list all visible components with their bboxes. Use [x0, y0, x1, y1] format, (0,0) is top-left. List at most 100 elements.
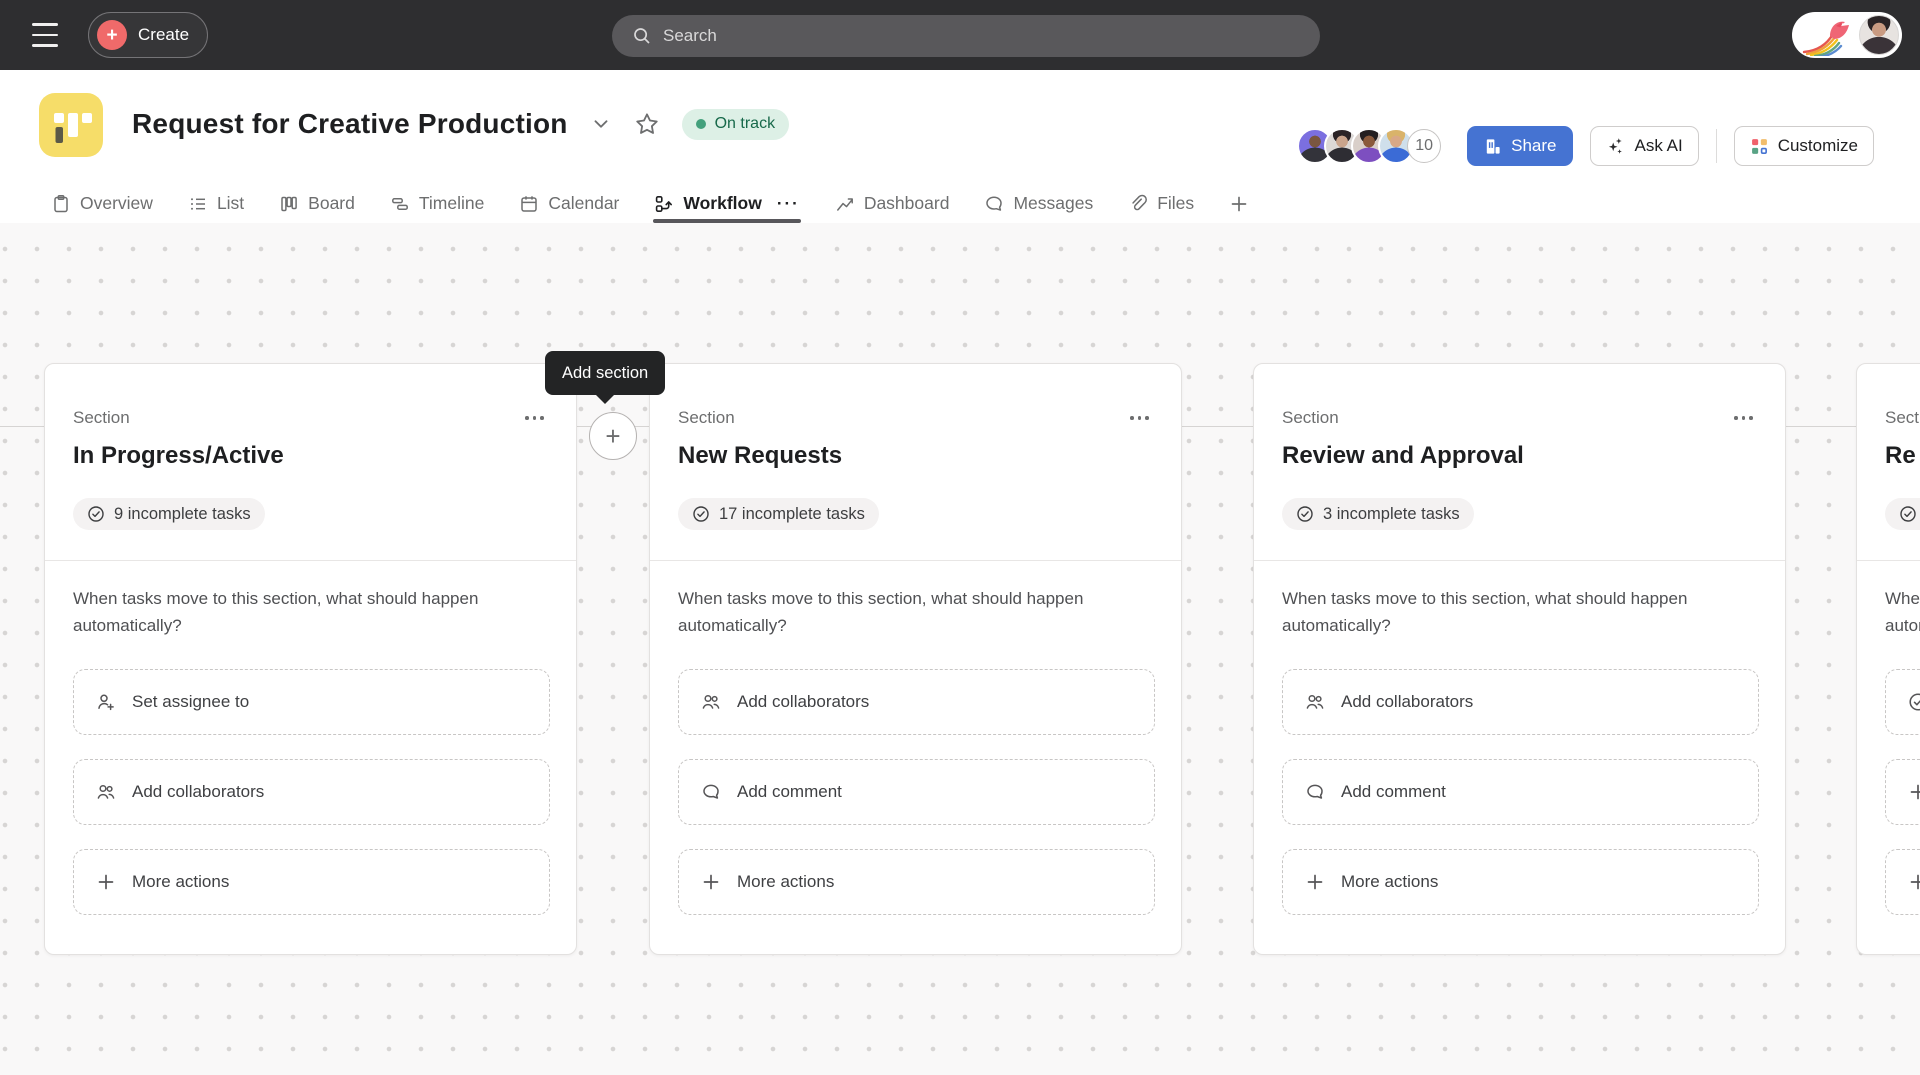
share-building-icon [1483, 137, 1502, 156]
more-actions-button[interactable] [1885, 759, 1920, 825]
add-collaborators-button[interactable]: Add collaborators [1282, 669, 1759, 735]
tab-overflow-icon[interactable]: ··· [777, 194, 800, 214]
topbar: + Create [0, 0, 1920, 70]
comment-icon [701, 782, 721, 802]
people-icon [96, 782, 116, 802]
plus-icon [1908, 782, 1920, 802]
search-bar[interactable] [612, 15, 1320, 57]
dashboard-chart-icon [835, 194, 855, 214]
section-menu-icon[interactable] [1126, 412, 1153, 424]
section-title[interactable]: In Progress/Active [73, 442, 548, 470]
add-section-button[interactable]: + [589, 412, 637, 460]
project-title[interactable]: Request for Creative Production [132, 108, 568, 140]
tab-overview[interactable]: Overview [50, 184, 154, 223]
search-icon [632, 26, 652, 46]
project-menu-chevron[interactable] [590, 113, 612, 135]
automation-prompt: When tasks move to this section, what sh… [73, 585, 483, 639]
tab-files[interactable]: Files [1127, 184, 1195, 223]
add-collaborators-button[interactable]: Add collaborators [73, 759, 550, 825]
project-tabs: Overview List Board Timeline Calendar Wo… [0, 184, 1920, 223]
add-collaborators-button[interactable]: Add collaborators [678, 669, 1155, 735]
ask-ai-button[interactable]: Ask AI [1590, 126, 1699, 166]
card-divider [1254, 560, 1785, 561]
member-count-badge[interactable]: 10 [1407, 129, 1441, 163]
incomplete-tasks-badge [1885, 498, 1920, 530]
automation-prompt: When tasks move to this section, what sh… [678, 585, 1088, 639]
tab-messages[interactable]: Messages [983, 184, 1094, 223]
plus-circle-icon: + [97, 20, 127, 50]
share-button[interactable]: Share [1467, 126, 1572, 166]
tab-dashboard[interactable]: Dashboard [834, 184, 951, 223]
profile-pill[interactable] [1792, 12, 1902, 58]
check-circle-icon [87, 505, 105, 523]
check-circle-icon [692, 505, 710, 523]
card-divider [650, 560, 1181, 561]
search-input[interactable] [663, 26, 1263, 46]
board-glyph-icon [39, 93, 103, 157]
check-circle-icon [1899, 505, 1917, 523]
card-divider [1857, 560, 1920, 561]
add-section-tooltip: Add section [545, 351, 665, 395]
timeline-icon [390, 194, 410, 214]
header-divider [1716, 129, 1717, 163]
clipboard-icon [51, 194, 71, 214]
add-comment-button[interactable]: Add comment [678, 759, 1155, 825]
automation-prompt: When tasks move to this section, what sh… [1885, 585, 1920, 639]
more-actions-button[interactable]: More actions [73, 849, 550, 915]
add-comment-button[interactable]: Add comment [1282, 759, 1759, 825]
asana-app: + Create [0, 0, 1920, 1075]
section-title[interactable]: Re [1885, 442, 1920, 470]
section-title[interactable]: Review and Approval [1282, 442, 1757, 470]
check-circle-icon [1908, 692, 1920, 712]
calendar-icon [519, 194, 539, 214]
section-menu-icon[interactable] [1730, 412, 1757, 424]
incomplete-tasks-badge: 9 incomplete tasks [73, 498, 265, 530]
create-button-label: Create [138, 25, 189, 45]
plus-icon [1908, 872, 1920, 892]
customize-button[interactable]: Customize [1734, 126, 1874, 166]
plus-icon [701, 872, 721, 892]
incomplete-tasks-badge: 17 incomplete tasks [678, 498, 879, 530]
section-card: Section Re When tasks move to this secti… [1856, 363, 1920, 955]
incomplete-tasks-badge: 3 incomplete tasks [1282, 498, 1474, 530]
comment-icon [1305, 782, 1325, 802]
tab-board[interactable]: Board [278, 184, 356, 223]
status-dot-icon [696, 119, 706, 129]
set-assignee-button[interactable]: Set assignee to [73, 669, 550, 735]
tab-list[interactable]: List [187, 184, 245, 223]
section-title[interactable]: New Requests [678, 442, 1153, 470]
people-icon [701, 692, 721, 712]
favorite-star-button[interactable] [634, 111, 660, 137]
add-tab-button[interactable] [1228, 184, 1250, 223]
plus-icon [96, 872, 116, 892]
tab-workflow[interactable]: Workflow ··· [653, 184, 800, 223]
more-actions-button[interactable] [1885, 849, 1920, 915]
workflow-board: Add section + Section In Progress/Active… [0, 223, 1920, 1075]
tab-timeline[interactable]: Timeline [389, 184, 485, 223]
automation-prompt: When tasks move to this section, what sh… [1282, 585, 1692, 639]
project-icon[interactable] [39, 93, 103, 157]
member-avatars[interactable]: 10 [1297, 128, 1441, 164]
customize-grid-icon [1750, 137, 1769, 156]
section-menu-icon[interactable] [521, 412, 548, 424]
status-badge[interactable]: On track [682, 109, 789, 140]
create-button[interactable]: + Create [88, 12, 208, 58]
sparkles-icon [1606, 136, 1626, 156]
plus-icon [1229, 194, 1249, 214]
more-actions-button[interactable]: More actions [1282, 849, 1759, 915]
complete-task-button[interactable] [1885, 669, 1920, 735]
sidebar-toggle-button[interactable] [32, 21, 62, 49]
more-actions-button[interactable]: More actions [678, 849, 1155, 915]
section-label: Section [73, 408, 130, 428]
board-icon [279, 194, 299, 214]
plus-icon [1305, 872, 1325, 892]
person-add-icon [96, 692, 116, 712]
section-label: Section [1282, 408, 1339, 428]
hamburger-icon [32, 23, 58, 26]
section-card: Section Review and Approval 3 incomplete… [1253, 363, 1786, 955]
user-avatar[interactable] [1859, 15, 1899, 55]
people-icon [1305, 692, 1325, 712]
check-circle-icon [1296, 505, 1314, 523]
phoenix-illustration-icon [1800, 16, 1856, 56]
tab-calendar[interactable]: Calendar [518, 184, 620, 223]
